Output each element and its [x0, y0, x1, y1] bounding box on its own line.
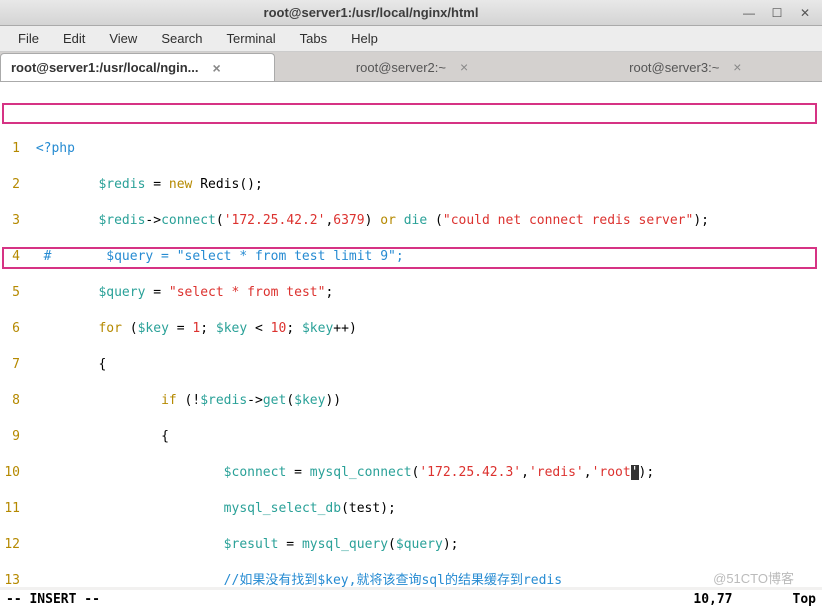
close-icon[interactable]: ×: [460, 59, 468, 75]
editor[interactable]: 1 <?php 2 $redis = new Redis(); 3 $redis…: [0, 82, 822, 587]
highlight-box-1: [2, 103, 817, 124]
tab-label: root@server2:~: [356, 60, 446, 75]
tab-server1[interactable]: root@server1:/usr/local/ngin... ×: [0, 53, 275, 81]
menu-search[interactable]: Search: [151, 29, 212, 48]
tab-label: root@server3:~: [629, 60, 719, 75]
scroll-position: Top: [793, 592, 816, 607]
tabbar: root@server1:/usr/local/ngin... × root@s…: [0, 52, 822, 82]
close-button[interactable]: ✕: [798, 6, 812, 20]
tab-server3[interactable]: root@server3:~ ×: [549, 53, 822, 81]
titlebar: root@server1:/usr/local/nginx/html — ☐ ✕: [0, 0, 822, 26]
minimize-button[interactable]: —: [742, 6, 756, 20]
tab-label: root@server1:/usr/local/ngin...: [11, 60, 199, 75]
tab-server2[interactable]: root@server2:~ ×: [275, 53, 548, 81]
cursor-position: 10,77: [693, 592, 732, 607]
vim-mode: -- INSERT --: [6, 592, 693, 607]
close-icon[interactable]: ×: [733, 59, 741, 75]
watermark: @51CTO博客: [713, 568, 794, 587]
menu-tabs[interactable]: Tabs: [290, 29, 337, 48]
maximize-button[interactable]: ☐: [770, 6, 784, 20]
close-icon[interactable]: ×: [213, 60, 221, 76]
menubar: File Edit View Search Terminal Tabs Help: [0, 26, 822, 52]
menu-view[interactable]: View: [99, 29, 147, 48]
menu-help[interactable]: Help: [341, 29, 388, 48]
menu-file[interactable]: File: [8, 29, 49, 48]
menu-edit[interactable]: Edit: [53, 29, 95, 48]
statusbar: -- INSERT -- 10,77 Top: [0, 590, 822, 609]
window-title: root@server1:/usr/local/nginx/html: [0, 5, 742, 20]
menu-terminal[interactable]: Terminal: [217, 29, 286, 48]
